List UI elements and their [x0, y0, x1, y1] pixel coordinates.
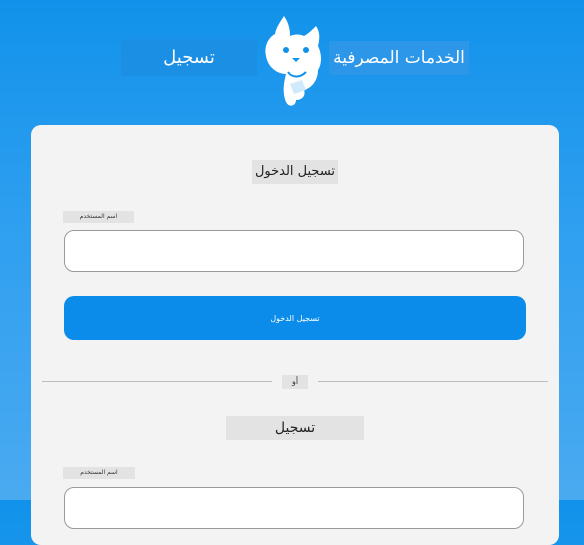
- or-divider-label: أو: [282, 375, 308, 389]
- login-username-input[interactable]: [64, 230, 524, 272]
- cat-logo-icon[interactable]: [262, 12, 324, 108]
- login-username-label: اسم المستخدم: [63, 211, 134, 223]
- divider-line-left: [42, 381, 272, 382]
- login-title: تسجيل الدخول: [252, 160, 338, 184]
- divider-line-right: [318, 381, 548, 382]
- register-title: تسجيل: [226, 416, 364, 440]
- auth-card: تسجيل الدخول اسم المستخدم تسجيل الدخول ت…: [31, 125, 559, 545]
- register-username-label: اسم المستخدم: [63, 467, 135, 479]
- register-username-input[interactable]: [64, 487, 524, 529]
- app-name: تسجيل: [121, 39, 257, 76]
- bank-name: الخدمات المصرفية: [329, 41, 469, 75]
- login-submit-button[interactable]: تسجيل الدخول: [64, 296, 526, 340]
- header: تسجيل الخدمات المصرفية: [0, 0, 584, 110]
